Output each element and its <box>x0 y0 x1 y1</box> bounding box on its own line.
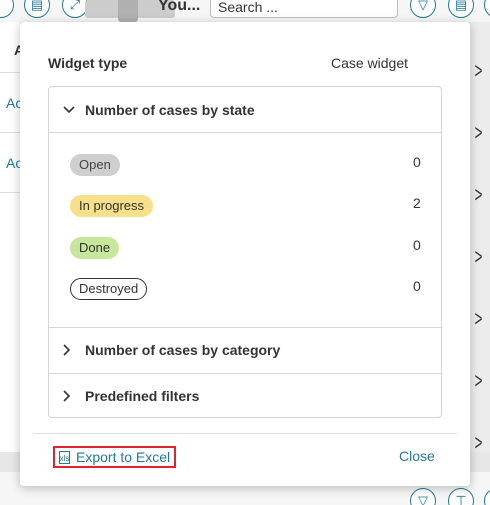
state-badge-open: Open <box>70 154 120 176</box>
state-count-destroyed: 0 <box>413 278 421 294</box>
divider <box>0 72 20 73</box>
section-predefined-filters[interactable]: Predefined filters <box>49 373 441 419</box>
chevron-right-icon[interactable]: > <box>475 306 483 332</box>
filter-icon: ▽ <box>418 493 428 505</box>
export-to-excel-button[interactable]: xls Export to Excel <box>53 446 176 468</box>
section-label: Number of cases by category <box>85 342 281 358</box>
chevron-right-icon <box>63 390 81 402</box>
widget-type-row: Widget type Case widget <box>48 55 428 71</box>
chevron-right-icon <box>63 344 81 356</box>
section-cases-by-state[interactable]: Number of cases by state <box>49 87 441 133</box>
page-title: You... <box>158 0 201 14</box>
chevron-right-icon[interactable]: > <box>475 244 483 270</box>
widget-type-value: Case widget <box>330 55 408 71</box>
widget-details-accordion: Number of cases by state Open 0 In progr… <box>48 86 442 418</box>
close-button[interactable]: Close <box>399 448 435 464</box>
chart-icon: ▤ <box>454 0 468 12</box>
chevron-right-icon[interactable]: > <box>475 120 483 146</box>
divider <box>0 192 20 193</box>
chart-icon: ▤ <box>30 0 44 12</box>
state-count-in-progress: 2 <box>413 195 421 211</box>
excel-file-icon: xls <box>59 450 70 464</box>
divider <box>0 132 20 133</box>
state-badge-in-progress: In progress <box>70 195 154 217</box>
widget-type-label: Widget type <box>48 55 128 71</box>
state-count-open: 0 <box>413 154 421 170</box>
section-label: Predefined filters <box>85 388 200 404</box>
chevron-down-icon <box>63 106 81 114</box>
chevron-right-icon[interactable]: > <box>475 368 483 394</box>
widget-info-dialog: Widget type Case widget Number of cases … <box>20 22 470 486</box>
state-badge-done: Done <box>70 237 120 259</box>
background-left-panel <box>0 22 20 452</box>
expand-icon: ⤢ <box>69 0 81 12</box>
section-cases-by-category[interactable]: Number of cases by category <box>49 327 441 373</box>
chevron-right-icon[interactable]: > <box>475 182 483 208</box>
chevron-right-icon[interactable]: > <box>475 58 483 84</box>
chevron-right-icon[interactable]: > <box>475 430 483 456</box>
state-badge-destroyed: Destroyed <box>70 278 148 300</box>
sort-icon: ⊤ <box>455 493 467 505</box>
search-input[interactable]: Search ... <box>210 0 398 18</box>
background-pill-handle <box>118 0 138 22</box>
filter-icon: ▽ <box>418 0 428 12</box>
divider <box>49 132 441 133</box>
footer-divider <box>33 433 457 434</box>
export-label: Export to Excel <box>76 449 171 465</box>
state-count-done: 0 <box>413 237 421 253</box>
section-label: Number of cases by state <box>85 102 255 118</box>
